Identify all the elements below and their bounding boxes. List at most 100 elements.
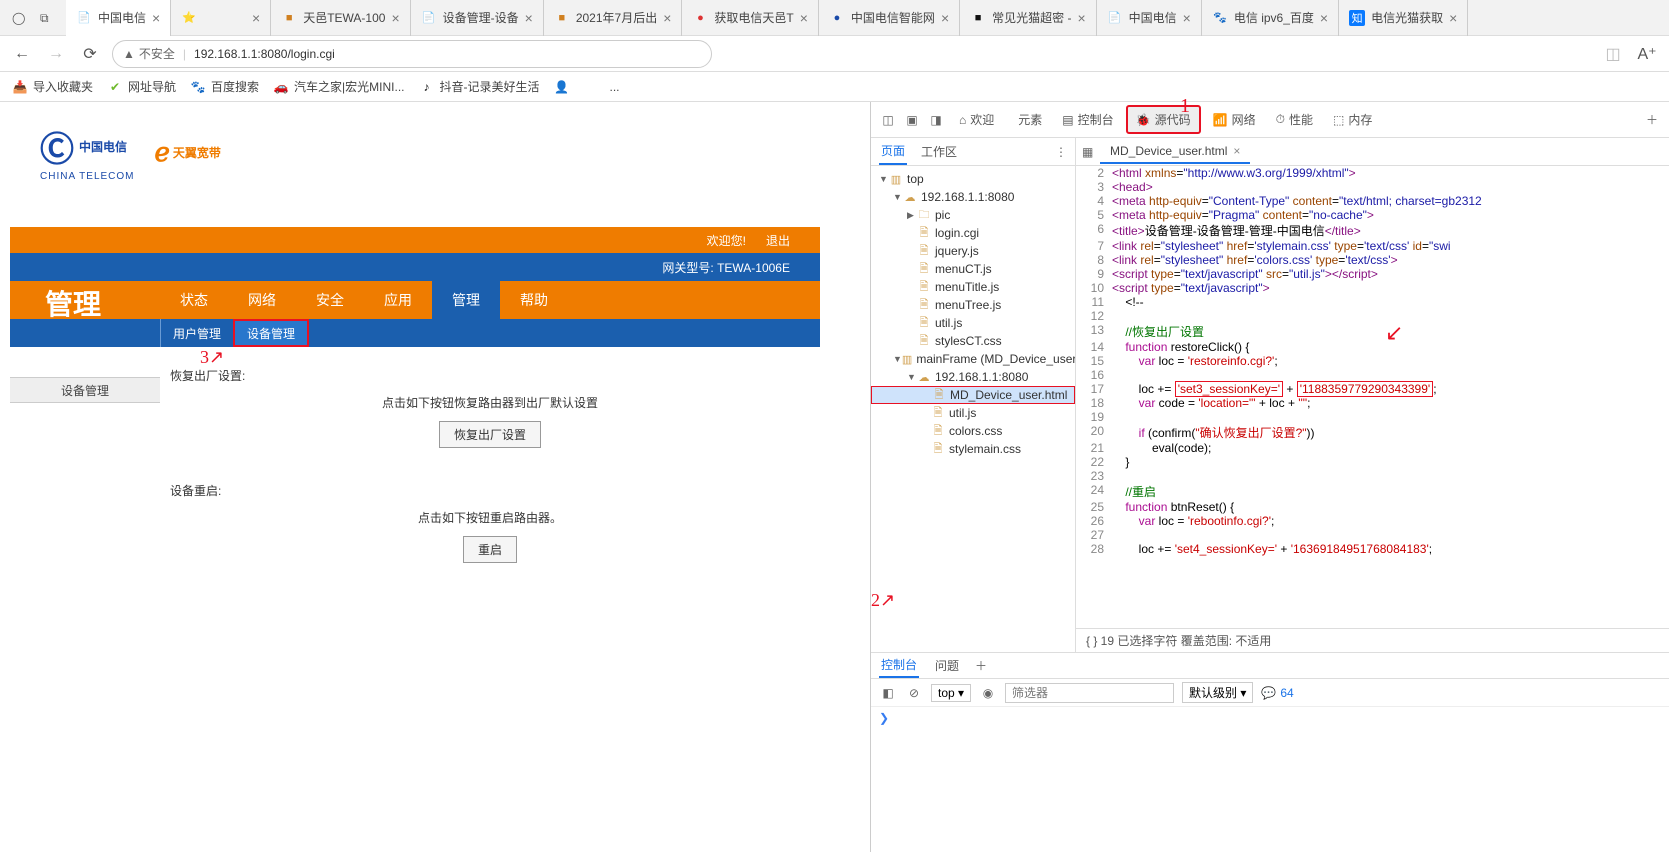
nav-item[interactable]: 应用 xyxy=(364,281,432,319)
browser-tab[interactable]: ■天邑TEWA-100× xyxy=(271,0,410,36)
tree-row[interactable]: 🗎login.cgi xyxy=(871,224,1075,242)
devtools-tab[interactable]: 元素 xyxy=(1006,105,1050,134)
message-count[interactable]: 💬 64 xyxy=(1261,686,1293,700)
browser-tab[interactable]: 知电信光猫获取× xyxy=(1339,0,1468,36)
close-tab-icon[interactable]: × xyxy=(525,10,533,26)
browser-tab[interactable]: 📄中国电信× xyxy=(1097,0,1202,36)
devtools-tab[interactable]: 📶网络 xyxy=(1205,105,1264,134)
side-menu-item[interactable]: 设备管理 xyxy=(10,377,160,403)
back-button[interactable]: ← xyxy=(10,42,34,66)
profile-icon[interactable]: ◯ xyxy=(12,11,26,25)
close-tab-icon[interactable]: × xyxy=(1077,10,1085,26)
devtools-tab[interactable]: ⬚内存 xyxy=(1325,105,1380,134)
context-select[interactable]: top ▾ xyxy=(931,684,971,702)
close-tab-icon[interactable]: × xyxy=(1233,144,1240,158)
browser-tab[interactable]: 🐾电信 ipv6_百度× xyxy=(1202,0,1339,36)
tree-row[interactable]: 🗎stylemain.css xyxy=(871,440,1075,458)
devtools-tab[interactable]: ⌂欢迎 xyxy=(951,105,1002,134)
tree-row[interactable]: 🗎util.js xyxy=(871,314,1075,332)
nav-files-icon[interactable]: ▦ xyxy=(1082,145,1100,159)
bookmark-item[interactable]: 👤 xyxy=(554,79,575,95)
log-level-select[interactable]: 默认级别 ▾ xyxy=(1182,682,1253,703)
nav-item[interactable]: 状态 xyxy=(160,281,228,319)
bookmark-item[interactable]: 🚗汽车之家|宏光MINI... xyxy=(273,78,404,95)
nav-item[interactable]: 帮助 xyxy=(500,281,568,319)
inspect-icon[interactable]: ◫ xyxy=(879,111,897,129)
console-sidebar-icon[interactable]: ◧ xyxy=(879,684,897,702)
restore-button[interactable]: 恢复出厂设置 xyxy=(439,421,541,448)
file-icon: 🗎 xyxy=(931,422,945,441)
file-icon: 🗎 xyxy=(917,332,931,351)
filter-input[interactable] xyxy=(1005,683,1174,703)
close-tab-icon[interactable]: × xyxy=(1449,10,1457,26)
tree-row[interactable]: 🗎stylesCT.css xyxy=(871,332,1075,350)
close-tab-icon[interactable]: × xyxy=(941,10,949,26)
tree-row[interactable]: 🗎colors.css xyxy=(871,422,1075,440)
devtools-tab[interactable]: ▤控制台 xyxy=(1054,105,1121,134)
bookmark-item[interactable]: ... xyxy=(589,79,620,95)
drawer-tab-issues[interactable]: 问题 xyxy=(933,654,961,677)
close-tab-icon[interactable]: × xyxy=(1320,10,1328,26)
tab-icon: ⬚ xyxy=(1333,113,1344,127)
close-tab-icon[interactable]: × xyxy=(800,10,808,26)
subnav-item[interactable]: 用户管理 xyxy=(160,319,233,347)
bookmark-item[interactable]: 📥导入收藏夹 xyxy=(12,78,93,95)
browser-tab[interactable]: 📄中国电信× xyxy=(66,0,171,36)
tree-row[interactable]: ▼▥mainFrame (MD_Device_user.ht xyxy=(871,350,1075,368)
tree-row[interactable]: ▼☁192.168.1.1:8080 xyxy=(871,188,1075,206)
tree-row[interactable]: ▶🗀pic xyxy=(871,206,1075,224)
logout-link[interactable]: 退出 xyxy=(766,232,790,249)
source-code[interactable]: 2<html xmlns="http://www.w3.org/1999/xht… xyxy=(1076,166,1669,628)
text-size-icon[interactable]: A⁺ xyxy=(1635,42,1659,66)
add-tab-icon[interactable]: ＋ xyxy=(1643,111,1661,129)
reader-icon[interactable]: ◫ xyxy=(1601,42,1625,66)
file-icon: 🗎 xyxy=(917,314,931,333)
add-drawer-tab-icon[interactable]: ＋ xyxy=(975,657,987,674)
sources-tab-page[interactable]: 页面 xyxy=(879,138,907,165)
close-tab-icon[interactable]: × xyxy=(1183,10,1191,26)
url-input[interactable]: ▲ 不安全 | 192.168.1.1:8080/login.cgi xyxy=(112,40,712,68)
reload-button[interactable]: ⟳ xyxy=(78,42,102,66)
sources-tab-workspace[interactable]: 工作区 xyxy=(919,139,959,164)
sources-more-icon[interactable]: ⋮ xyxy=(1055,145,1067,159)
browser-tab[interactable]: 📄设备管理-设备× xyxy=(411,0,544,36)
close-tab-icon[interactable]: × xyxy=(252,10,260,26)
tree-row[interactable]: 🗎menuTree.js xyxy=(871,296,1075,314)
bookmark-item[interactable]: ♪抖音-记录美好生活 xyxy=(419,78,540,95)
tree-row[interactable]: 🗎jquery.js xyxy=(871,242,1075,260)
tree-row[interactable]: 🗎menuCT.js xyxy=(871,260,1075,278)
drawer-tab-console[interactable]: 控制台 xyxy=(879,653,919,678)
reboot-button[interactable]: 重启 xyxy=(463,536,517,563)
bookmark-item[interactable]: 🐾百度搜索 xyxy=(190,78,259,95)
browser-tab[interactable]: ●获取电信天邑T× xyxy=(682,0,819,36)
code-editor: ▦ MD_Device_user.html × 2<html xmlns="ht… xyxy=(1076,138,1669,652)
subnav-item[interactable]: 设备管理 xyxy=(233,319,309,347)
browser-tab[interactable]: ■2021年7月后出× xyxy=(544,0,683,36)
bookmark-icon: ♪ xyxy=(419,79,435,95)
close-tab-icon[interactable]: × xyxy=(152,10,160,26)
tree-row[interactable]: 🗎util.js xyxy=(871,404,1075,422)
device-toolbar-icon[interactable]: ▣ xyxy=(903,111,921,129)
close-tab-icon[interactable]: × xyxy=(391,10,399,26)
devtools-tab[interactable]: ⏱性能 xyxy=(1268,105,1321,134)
nav-item[interactable]: 安全 xyxy=(296,281,364,319)
forward-button[interactable]: → xyxy=(44,42,68,66)
tree-row[interactable]: 🗎menuTitle.js xyxy=(871,278,1075,296)
nav-item[interactable]: 管理 xyxy=(432,281,500,319)
code-tab-file[interactable]: MD_Device_user.html × xyxy=(1100,140,1250,164)
close-tab-icon[interactable]: × xyxy=(663,10,671,26)
browser-tab[interactable]: ●中国电信智能网× xyxy=(819,0,960,36)
browser-tab[interactable]: ■常见光猫超密 -× xyxy=(960,0,1097,36)
window-icon[interactable]: ⧉ xyxy=(40,11,54,25)
clear-console-icon[interactable]: ⊘ xyxy=(905,684,923,702)
bookmark-item[interactable]: ✔网址导航 xyxy=(107,78,176,95)
eye-icon[interactable]: ◉ xyxy=(979,684,997,702)
browser-tab[interactable]: ⭐× xyxy=(171,0,271,36)
console-prompt[interactable]: ❯ xyxy=(871,707,1669,852)
dock-icon[interactable]: ◨ xyxy=(927,111,945,129)
devtools-tab[interactable]: 🐞源代码 xyxy=(1126,105,1201,134)
tree-row[interactable]: 🗎MD_Device_user.html xyxy=(871,386,1075,404)
tree-row[interactable]: ▼▥top xyxy=(871,170,1075,188)
nav-item[interactable]: 网络 xyxy=(228,281,296,319)
tree-row[interactable]: ▼☁192.168.1.1:8080 xyxy=(871,368,1075,386)
